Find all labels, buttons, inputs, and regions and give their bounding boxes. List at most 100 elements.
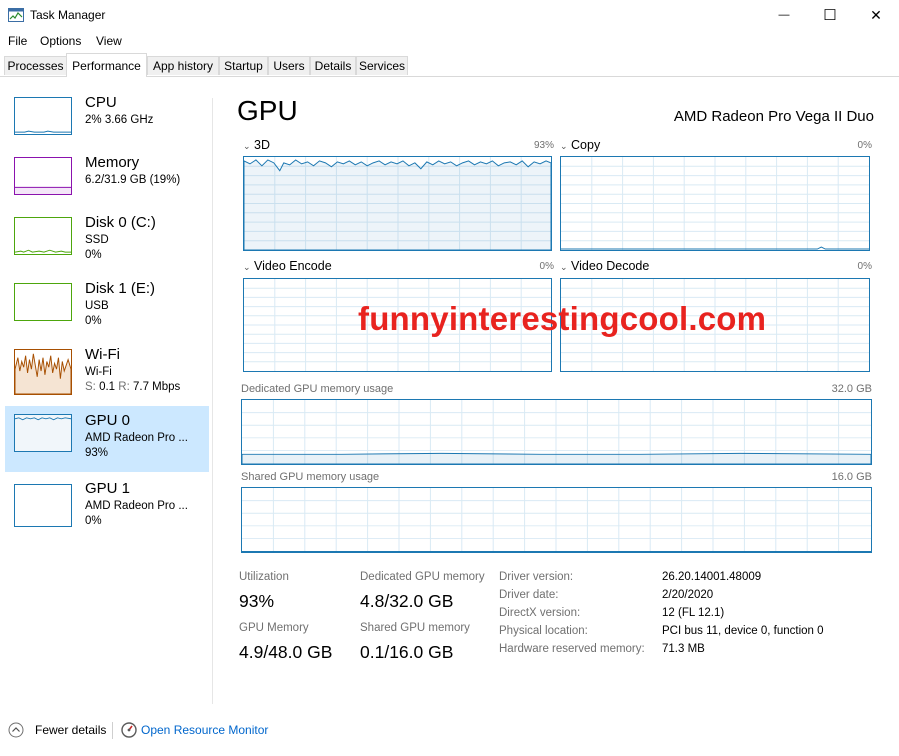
sidebar-item-gpu-0[interactable]: GPU 0 AMD Radeon Pro ... 93% xyxy=(5,406,209,472)
dedicated-memory-label: Dedicated GPU memory xyxy=(360,571,485,583)
sidebar-item-value: 93% xyxy=(85,447,109,459)
chevron-up-circle-icon xyxy=(8,722,24,738)
sidebar-item-gpu-1[interactable]: GPU 1 AMD Radeon Pro ... 0% xyxy=(5,478,209,542)
engine-label: Copy xyxy=(571,138,601,152)
engine-label: 3D xyxy=(254,138,271,152)
menu-view[interactable]: View xyxy=(96,34,122,48)
sidebar-item-detail: 2% 3.66 GHz xyxy=(85,114,154,126)
tab-startup[interactable]: Startup xyxy=(219,56,268,75)
shared-memory-label: Shared GPU memory xyxy=(360,622,470,634)
close-button[interactable]: ✕ xyxy=(853,0,899,30)
disk-1-thumbnail-graph xyxy=(14,283,72,321)
shared-memory-graph-label: Shared GPU memory usage xyxy=(241,471,380,483)
sidebar-item-title: GPU 0 xyxy=(85,412,131,429)
gpu-device-name: AMD Radeon Pro Vega II Duo xyxy=(673,108,874,125)
sidebar-item-cpu[interactable]: CPU 2% 3.66 GHz xyxy=(5,94,209,158)
fewer-details-label: Fewer details xyxy=(35,723,107,737)
info-label: Driver version: xyxy=(499,571,574,583)
tab-services[interactable]: Services xyxy=(356,56,408,75)
sidebar-item-value: 0% xyxy=(85,515,102,527)
dedicated-memory-graph-max: 32.0 GB xyxy=(831,383,872,395)
engine-percent: 0% xyxy=(857,261,872,272)
engine-percent: 0% xyxy=(539,261,554,272)
menu-file[interactable]: File xyxy=(8,34,27,48)
chevron-down-icon: ⌄ xyxy=(560,141,568,151)
shared-memory-value: 0.1/16.0 GB xyxy=(360,642,454,662)
sidebar-item-detail: Wi-Fi xyxy=(85,366,112,378)
sidebar-item-detail: 6.2/31.9 GB (19%) xyxy=(85,174,181,186)
engine-video-encode-selector[interactable]: ⌄ Video Encode xyxy=(243,259,332,273)
sidebar-item-disk-0[interactable]: Disk 0 (C:) SSD 0% xyxy=(5,214,209,278)
minimize-button[interactable]: — xyxy=(761,0,807,30)
tab-users[interactable]: Users xyxy=(268,56,310,75)
sidebar-item-title: Disk 1 (E:) xyxy=(85,280,156,297)
fewer-details-button[interactable]: Fewer details xyxy=(8,722,106,738)
engine-label: Video Decode xyxy=(571,259,650,273)
tab-details[interactable]: Details xyxy=(310,56,356,75)
dedicated-memory-graph xyxy=(241,399,872,465)
tab-processes[interactable]: Processes xyxy=(4,56,67,75)
chevron-down-icon: ⌄ xyxy=(243,262,251,272)
window-title: Task Manager xyxy=(30,8,106,22)
info-label: DirectX version: xyxy=(499,607,581,619)
send-label: S: xyxy=(85,381,96,393)
sidebar-item-detail: AMD Radeon Pro ... xyxy=(85,500,188,512)
sidebar-item-memory[interactable]: Memory 6.2/31.9 GB (19%) xyxy=(5,154,209,218)
receive-value: 7.7 Mbps xyxy=(132,381,181,393)
engine-label: Video Encode xyxy=(254,259,332,273)
info-label: Driver date: xyxy=(499,589,559,601)
send-value: 0.1 xyxy=(99,381,116,393)
cpu-thumbnail-graph xyxy=(14,97,72,135)
tab-performance[interactable]: Performance xyxy=(66,53,147,77)
sidebar-item-title: Memory xyxy=(85,154,140,171)
info-value: 12 (FL 12.1) xyxy=(662,607,725,619)
title-bar: Task Manager — ☐ ✕ xyxy=(0,0,899,30)
tab-strip: Processes Performance App history Startu… xyxy=(0,51,899,77)
info-label: Physical location: xyxy=(499,625,588,637)
tab-app-history[interactable]: App history xyxy=(147,56,219,75)
receive-label: R: xyxy=(118,381,130,393)
wifi-thumbnail-graph xyxy=(14,349,72,395)
memory-thumbnail-graph xyxy=(14,157,72,195)
gpu-memory-value: 4.9/48.0 GB xyxy=(239,642,333,662)
sidebar-item-title: GPU 1 xyxy=(85,480,131,497)
sidebar-item-disk-1[interactable]: Disk 1 (E:) USB 0% xyxy=(5,280,209,344)
sidebar-item-title: CPU xyxy=(85,94,117,111)
chevron-down-icon: ⌄ xyxy=(243,141,251,151)
sidebar-item-detail: USB xyxy=(85,300,109,312)
page-title: GPU xyxy=(237,95,298,126)
info-value: 71.3 MB xyxy=(662,643,705,655)
engine-3d-selector[interactable]: ⌄ 3D xyxy=(243,138,270,152)
watermark: funnyinterestingcool.com xyxy=(358,300,767,337)
info-value: PCI bus 11, device 0, function 0 xyxy=(662,625,824,637)
utilization-value: 93% xyxy=(239,591,275,611)
sidebar-item-detail: SSD xyxy=(85,234,109,246)
gpu-1-thumbnail-graph xyxy=(14,484,72,527)
info-value: 26.20.14001.48009 xyxy=(662,571,762,583)
utilization-label: Utilization xyxy=(239,571,289,583)
shared-memory-graph xyxy=(241,487,872,553)
sidebar-divider xyxy=(212,98,213,704)
sidebar-item-wifi[interactable]: Wi-Fi Wi-Fi S: 0.1 R: 7.7 Mbps xyxy=(5,346,209,410)
dedicated-memory-value: 4.8/32.0 GB xyxy=(360,591,454,611)
engine-video-decode-selector[interactable]: ⌄ Video Decode xyxy=(560,259,649,273)
close-icon: ✕ xyxy=(870,6,882,23)
engine-copy-graph xyxy=(560,156,870,251)
open-resource-monitor-label: Open Resource Monitor xyxy=(141,723,269,737)
task-manager-icon xyxy=(8,8,24,22)
gpu-0-thumbnail-graph xyxy=(14,414,72,452)
maximize-icon: ☐ xyxy=(823,7,837,24)
info-value: 2/20/2020 xyxy=(662,589,714,601)
dedicated-memory-graph-label: Dedicated GPU memory usage xyxy=(241,383,394,395)
sidebar-item-value: 0% xyxy=(85,249,102,261)
shared-memory-graph-max: 16.0 GB xyxy=(831,471,872,483)
open-resource-monitor-link[interactable]: Open Resource Monitor xyxy=(121,722,268,738)
menu-options[interactable]: Options xyxy=(40,34,81,48)
maximize-button[interactable]: ☐ xyxy=(807,0,853,30)
engine-copy-selector[interactable]: ⌄ Copy xyxy=(560,138,600,152)
gpu-memory-label: GPU Memory xyxy=(239,622,309,634)
engine-3d-graph xyxy=(243,156,552,251)
engine-percent: 0% xyxy=(857,140,872,151)
sidebar-item-title: Wi-Fi xyxy=(85,346,120,363)
minimize-icon: — xyxy=(778,9,790,21)
